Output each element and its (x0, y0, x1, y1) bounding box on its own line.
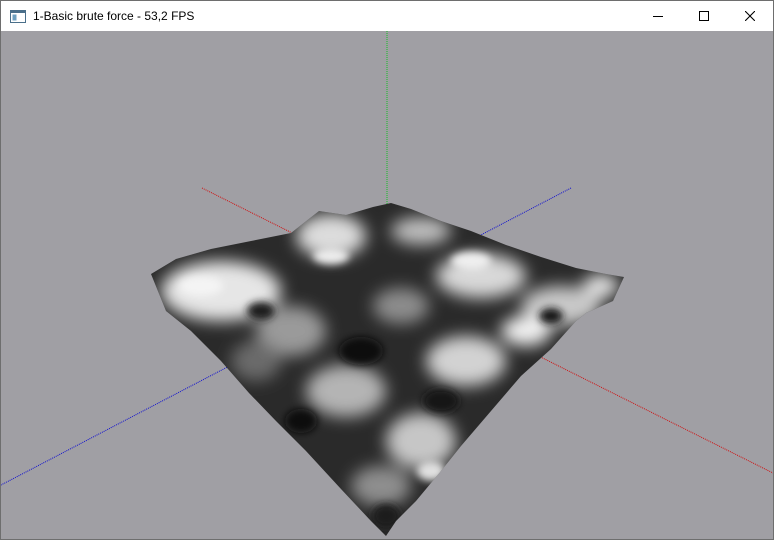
title-bar[interactable]: 1-Basic brute force - 53,2 FPS (1, 1, 773, 31)
render-viewport[interactable] (1, 31, 773, 539)
scene-canvas (1, 31, 773, 536)
maximize-icon (699, 11, 709, 21)
minimize-button[interactable] (635, 1, 681, 31)
window-controls (635, 1, 773, 31)
maximize-button[interactable] (681, 1, 727, 31)
terrain-heightmap (151, 203, 624, 536)
minimize-icon (653, 16, 663, 17)
app-window-icon (10, 8, 26, 24)
window-title: 1-Basic brute force - 53,2 FPS (33, 9, 195, 23)
close-icon (745, 11, 755, 21)
close-button[interactable] (727, 1, 773, 31)
app-window: 1-Basic brute force - 53,2 FPS (0, 0, 774, 540)
